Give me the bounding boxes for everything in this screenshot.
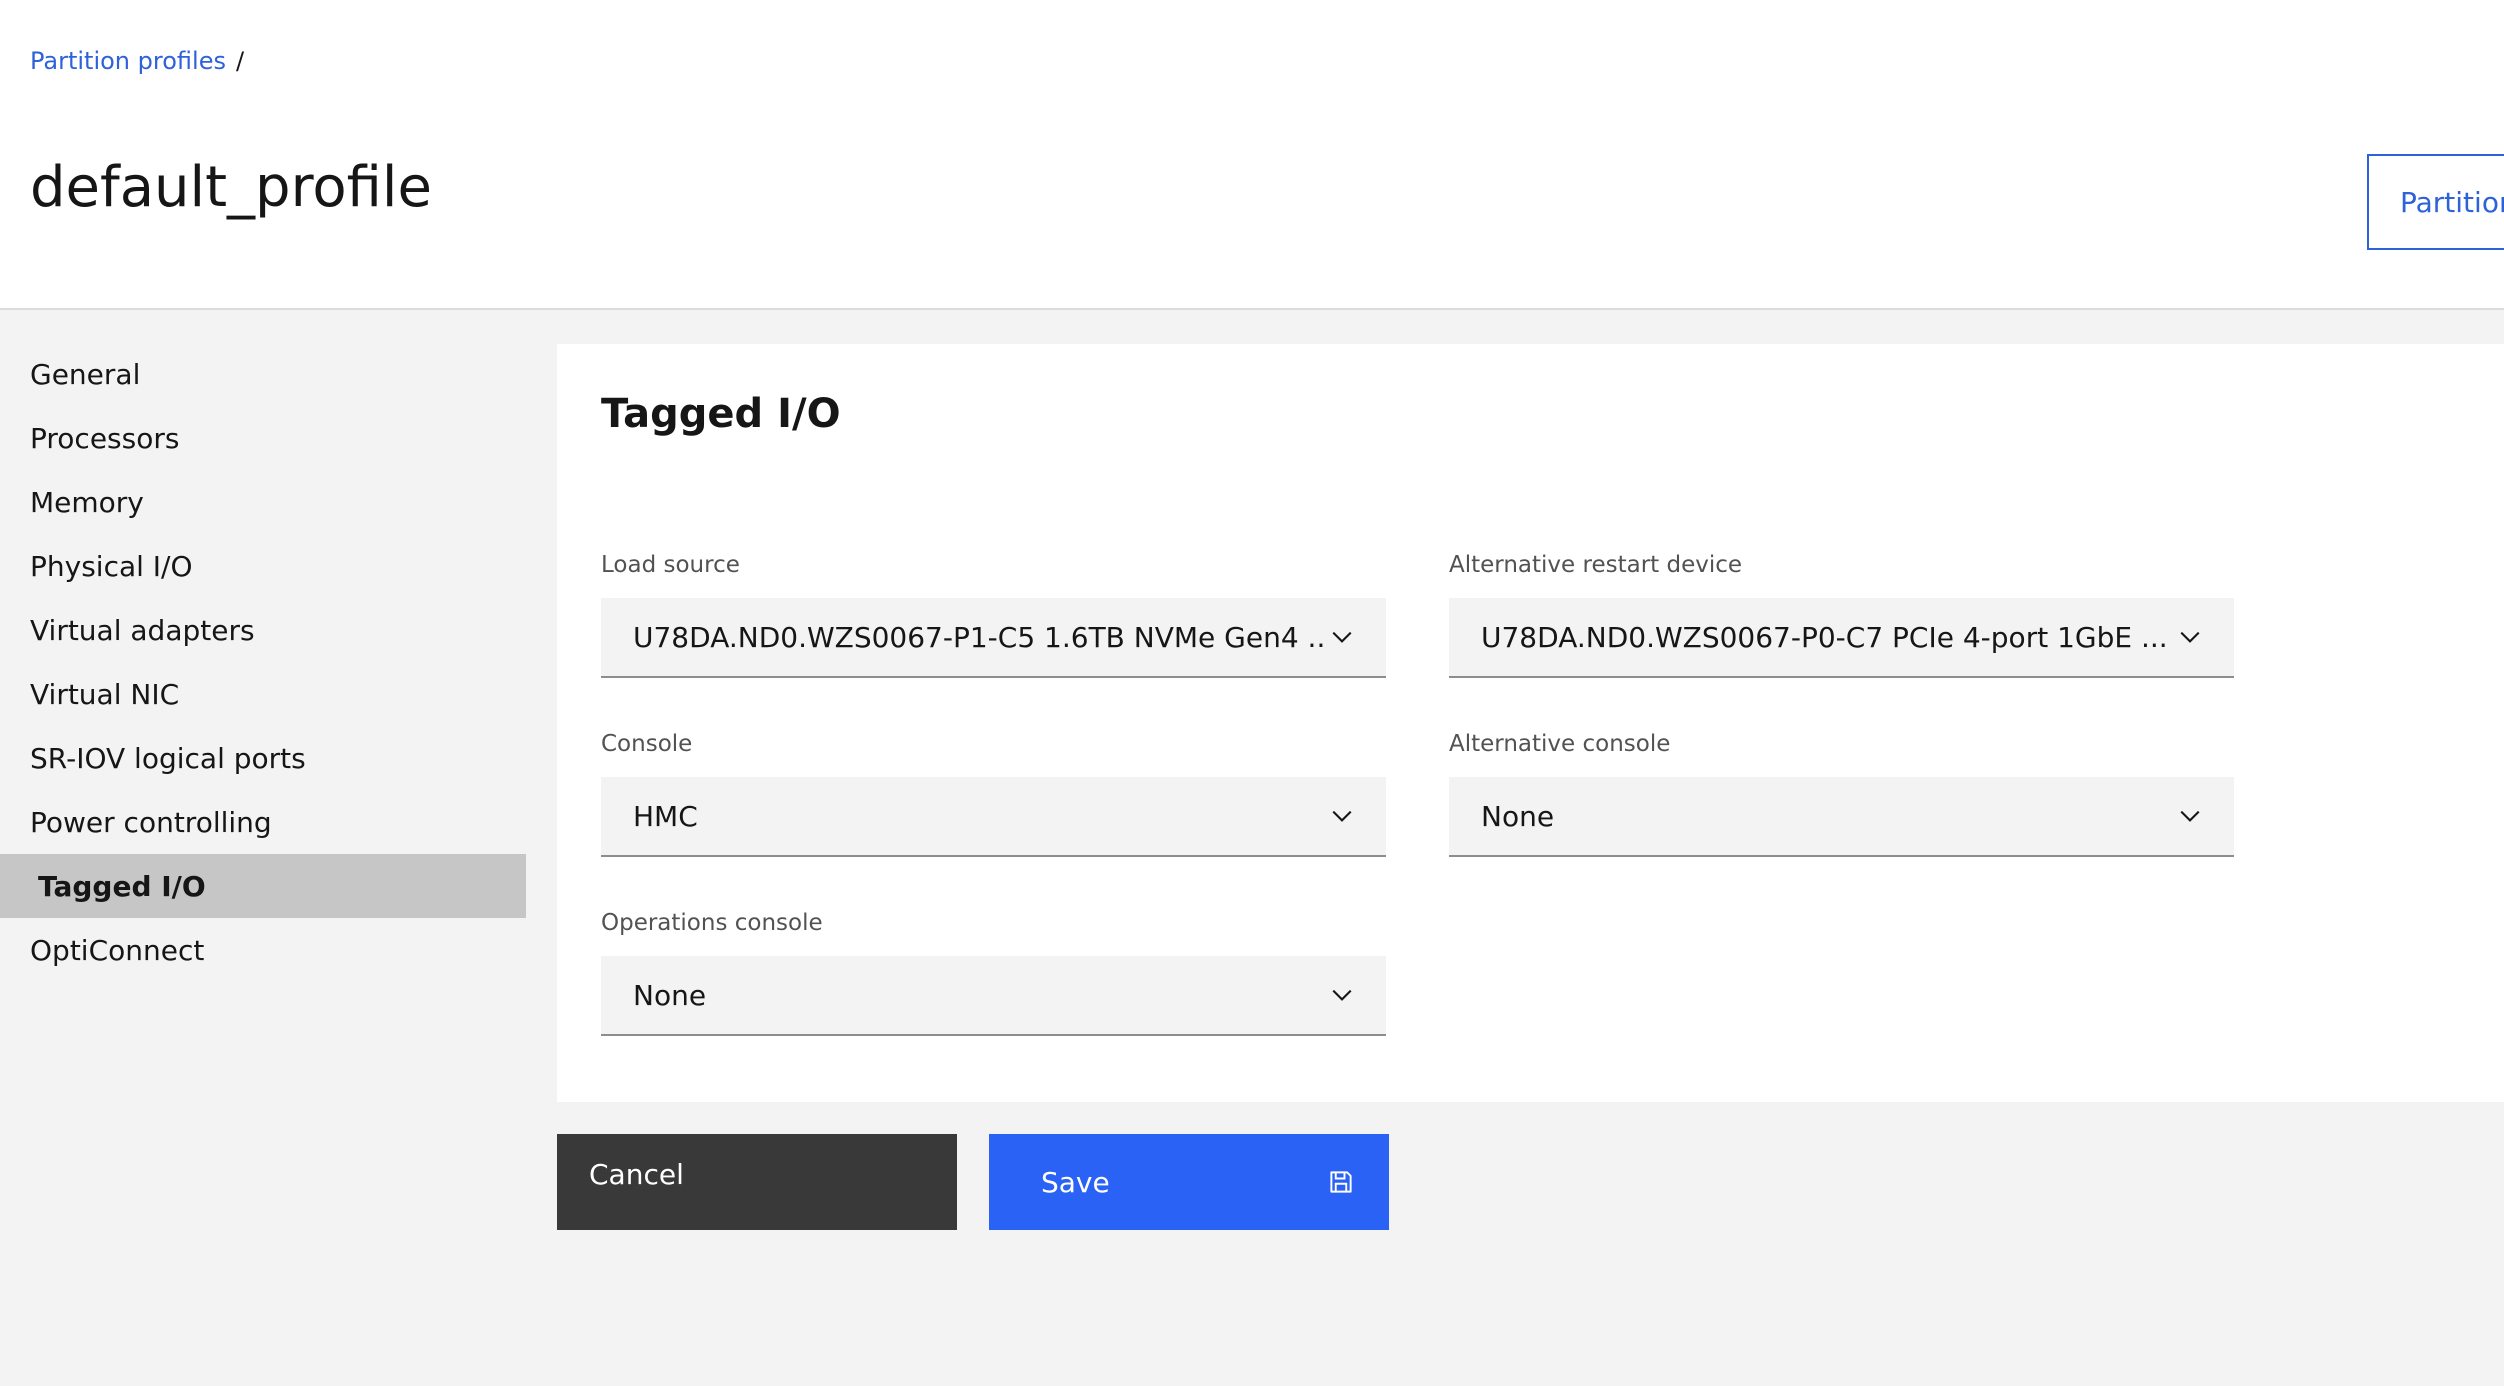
breadcrumb: Partition profiles /	[30, 47, 244, 75]
sidebar-item-power-controlling[interactable]: Power controlling	[0, 790, 526, 854]
page-header: Partition profiles / default_profile Par…	[0, 0, 2504, 310]
alt-restart-dropdown[interactable]: U78DA.ND0.WZS0067-P0-C7 PCIe 4-port 1GbE…	[1449, 598, 2234, 678]
save-button-label: Save	[1041, 1165, 1110, 1199]
chevron-down-icon	[1332, 631, 1352, 643]
breadcrumb-link-partition-profiles[interactable]: Partition profiles	[30, 47, 226, 75]
console-value: HMC	[633, 799, 698, 833]
ops-console-dropdown[interactable]: None	[601, 956, 1386, 1036]
cancel-button[interactable]: Cancel	[557, 1134, 957, 1230]
console-dropdown[interactable]: HMC	[601, 777, 1386, 857]
alt-console-label: Alternative console	[1449, 731, 1671, 757]
sidebar-item-memory[interactable]: Memory	[0, 470, 526, 534]
chevron-down-icon	[2180, 631, 2200, 643]
alt-restart-value: U78DA.ND0.WZS0067-P0-C7 PCIe 4-port 1GbE…	[1481, 620, 2168, 654]
load-source-field: Load source U78DA.ND0.WZS0067-P1-C5 1.6T…	[601, 552, 1386, 678]
panel-title: Tagged I/O	[601, 391, 841, 437]
sidebar-nav: General Processors Memory Physical I/O V…	[0, 342, 526, 982]
save-icon	[1330, 1171, 1352, 1193]
console-label: Console	[601, 731, 693, 757]
console-field: Console HMC	[601, 731, 1386, 857]
ops-console-field: Operations console None	[601, 910, 1386, 1036]
ops-console-label: Operations console	[601, 910, 823, 936]
alt-restart-label: Alternative restart device	[1449, 552, 1743, 578]
sidebar-item-processors[interactable]: Processors	[0, 406, 526, 470]
sidebar-item-general[interactable]: General	[0, 342, 526, 406]
chevron-down-icon	[2180, 810, 2200, 822]
sidebar-item-virtual-adapters[interactable]: Virtual adapters	[0, 598, 526, 662]
partition-button[interactable]: Partition	[2367, 154, 2504, 250]
breadcrumb-separator: /	[235, 47, 245, 75]
load-source-label: Load source	[601, 552, 740, 578]
load-source-value: U78DA.ND0.WZS0067-P1-C5 1.6TB NVMe Gen4 …	[633, 620, 1328, 654]
sidebar-item-tagged-io[interactable]: Tagged I/O	[0, 854, 526, 918]
tagged-io-panel: Tagged I/O Load source U78DA.ND0.WZS0067…	[557, 344, 2504, 1102]
load-source-dropdown[interactable]: U78DA.ND0.WZS0067-P1-C5 1.6TB NVMe Gen4 …	[601, 598, 1386, 678]
chevron-down-icon	[1332, 810, 1352, 822]
save-button[interactable]: Save	[989, 1134, 1389, 1230]
sidebar-item-virtual-nic[interactable]: Virtual NIC	[0, 662, 526, 726]
page-title: default_profile	[30, 155, 432, 220]
ops-console-value: None	[633, 978, 707, 1012]
alt-console-dropdown[interactable]: None	[1449, 777, 2234, 857]
cancel-button-label: Cancel	[589, 1158, 684, 1191]
sidebar-item-opticonnect[interactable]: OptiConnect	[0, 918, 526, 982]
chevron-down-icon	[1332, 989, 1352, 1001]
sidebar-item-physical-io[interactable]: Physical I/O	[0, 534, 526, 598]
alt-console-value: None	[1481, 799, 1555, 833]
sidebar-item-sr-iov-logical-ports[interactable]: SR-IOV logical ports	[0, 726, 526, 790]
alt-restart-field: Alternative restart device U78DA.ND0.WZS…	[1449, 552, 2234, 678]
alt-console-field: Alternative console None	[1449, 731, 2234, 857]
